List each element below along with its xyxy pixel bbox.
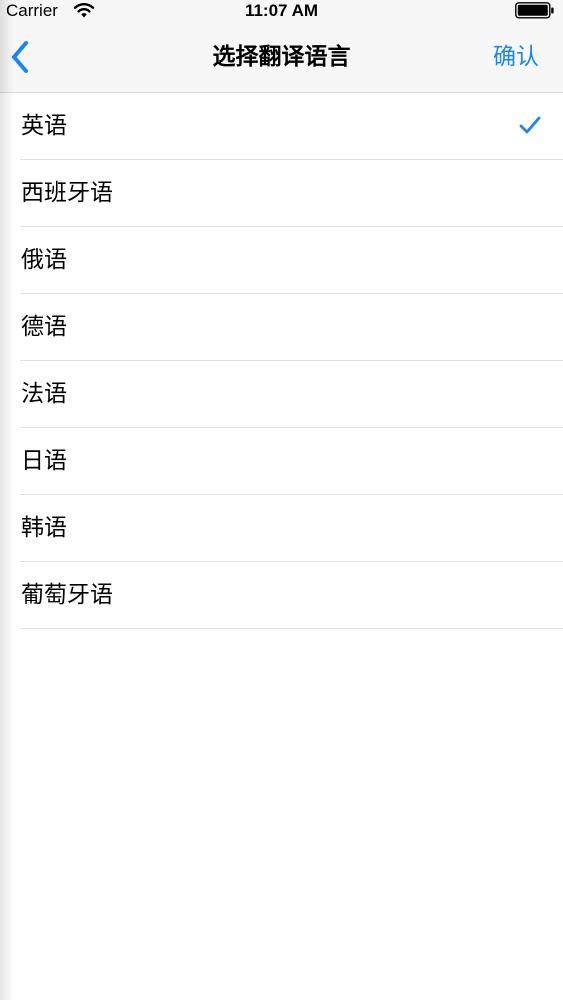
page-title: 选择翻译语言 — [212, 44, 351, 70]
language-list: 英语 西班牙语 俄语 德语 法语 日语 韩语 葡萄牙语 — [0, 93, 563, 629]
navigation-bar: 选择翻译语言 确认 — [0, 22, 563, 93]
language-row-korean[interactable]: 韩语 — [0, 495, 563, 562]
checkmark-icon — [519, 116, 541, 134]
language-label: 英语 — [21, 113, 67, 139]
status-bar: Carrier 11:07 AM — [0, 0, 563, 22]
language-row-german[interactable]: 德语 — [0, 294, 563, 361]
language-row-russian[interactable]: 俄语 — [0, 227, 563, 294]
language-label: 西班牙语 — [21, 180, 113, 206]
language-label: 葡萄牙语 — [21, 582, 113, 608]
language-select-screen: Carrier 11:07 AM 选择翻译语言 确认 英语 西班牙语 俄语 德语… — [0, 0, 563, 1000]
language-label: 法语 — [21, 381, 67, 407]
language-row-english[interactable]: 英语 — [0, 93, 563, 160]
language-label: 德语 — [21, 314, 67, 340]
language-row-japanese[interactable]: 日语 — [0, 428, 563, 495]
language-label: 韩语 — [21, 515, 67, 541]
confirm-button[interactable]: 确认 — [493, 22, 539, 92]
status-time: 11:07 AM — [244, 1, 319, 20]
battery-icon — [515, 2, 554, 19]
language-label: 俄语 — [21, 247, 67, 273]
language-row-french[interactable]: 法语 — [0, 361, 563, 428]
language-row-spanish[interactable]: 西班牙语 — [0, 160, 563, 227]
language-label: 日语 — [21, 448, 67, 474]
language-row-portuguese[interactable]: 葡萄牙语 — [0, 562, 563, 629]
